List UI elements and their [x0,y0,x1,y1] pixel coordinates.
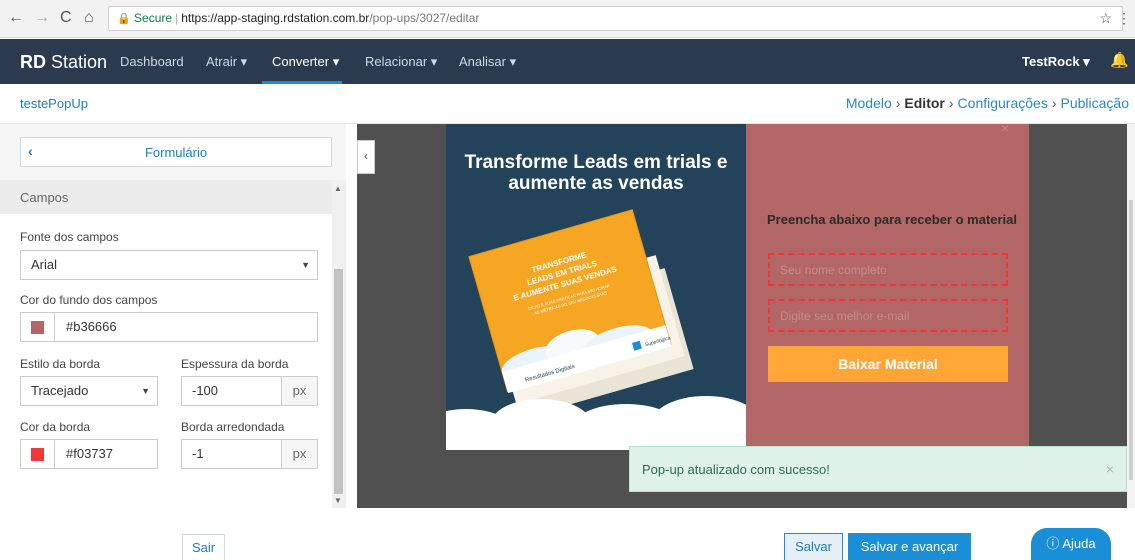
border-radius-value: -1 [192,446,204,461]
sidebar-scroll-thumb[interactable] [334,269,343,494]
fields-settings: Fonte dos campos Arial ▼ Cor do fundo do… [0,214,332,508]
border-color-value: #f03737 [66,446,113,461]
lock-icon: 🔒 [117,13,131,25]
popup-close-icon[interactable]: × [1001,120,1009,136]
nav-converter[interactable]: Converter ▾ [272,54,339,70]
url-path: /pop-ups/3027/editar [369,11,480,25]
bg-color-field[interactable]: #b36666 [20,312,318,342]
help-label: Ajuda [1062,536,1096,551]
font-label: Fonte dos campos [20,230,119,244]
form-tab-title: Formulário [144,145,208,160]
help-icon: ⓘ [1046,536,1060,551]
chevron-right-icon: › [1051,95,1057,111]
bg-color-swatch [31,321,44,334]
border-width-unit: px [281,377,317,405]
browser-toolbar: ← → C ⌂ 🔒 Secure | https://app-staging.rds… [0,0,1135,38]
bg-color-value: #b36666 [66,319,117,334]
url-host: https://app-staging.rdstation.com.br [181,11,370,25]
collapse-sidebar-button[interactable]: ‹ [357,140,375,174]
font-select[interactable]: Arial ▼ [20,250,318,280]
success-toast: Pop-up atualizado com sucesso! × [629,446,1127,492]
exit-button[interactable]: Sair [182,534,225,560]
app-navbar: RD Station Dashboard Atrair ▾ Converter … [0,39,1135,84]
step-configuracoes[interactable]: Configurações [958,95,1048,111]
scroll-down-icon[interactable]: ▼ [334,496,342,505]
border-color-swatch [31,448,44,461]
section-title: Campos [20,190,69,205]
border-radius-input[interactable]: -1 px [181,439,318,469]
popup-name-field[interactable]: Seu nome completo [768,253,1008,286]
border-color-field[interactable]: #f03737 [20,439,158,469]
toast-message: Pop-up atualizado com sucesso! [642,462,830,477]
bg-color-swatch-box[interactable] [21,313,55,341]
nav-relacionar[interactable]: Relacionar ▾ [365,54,437,70]
border-width-label: Espessura da borda [181,357,289,371]
popup-cta-text[interactable]: Preencha abaixo para receber o material [767,212,1017,227]
border-width-value: -100 [192,383,219,398]
preview-scroll-thumb[interactable] [1129,200,1133,480]
help-button[interactable]: ⓘ Ajuda [1031,528,1111,560]
save-and-continue-button[interactable]: Salvar e avançar [848,533,971,560]
font-select-value: Arial [31,257,58,272]
forward-icon[interactable]: → [34,9,50,27]
border-color-swatch-box[interactable] [21,440,55,468]
nav-atrair[interactable]: Atrair ▾ [206,54,247,70]
popup-left-pane[interactable]: Transforme Leads em trials e aumente as … [446,124,746,450]
border-style-label: Estilo da borda [20,357,101,371]
nav-analisar[interactable]: Analisar ▾ [459,54,516,70]
popup-email-field[interactable]: Digite seu melhor e-mail [768,299,1008,332]
chevron-right-icon: › [948,95,954,111]
toast-close-icon[interactable]: × [1106,461,1114,477]
border-color-label: Cor da borda [20,420,91,434]
popup-download-button[interactable]: Baixar Material [768,346,1008,382]
section-header-campos[interactable]: Campos [0,180,332,214]
popup-right-pane[interactable] [746,124,1029,450]
secure-label: Secure [134,11,173,25]
border-width-input[interactable]: -100 px [181,376,318,406]
nav-dashboard[interactable]: Dashboard [120,54,184,69]
rd-station-logo[interactable]: RD Station [20,52,107,73]
chevron-down-icon: ▼ [301,260,310,270]
home-icon[interactable]: ⌂ [84,9,94,27]
form-tab-header[interactable]: ‹ Formulário [20,137,332,167]
border-style-select[interactable]: Tracejado ▼ [20,376,158,406]
address-bar[interactable]: 🔒 Secure | https://app-staging.rdstation.c… [108,6,1123,31]
editor-sidebar: ‹ Formulário Campos Fonte dos campos Ari… [0,124,346,508]
border-radius-label: Borda arredondada [181,420,285,434]
reload-icon[interactable]: C [60,9,72,27]
border-style-value: Tracejado [31,383,89,398]
step-modelo[interactable]: Modelo [846,95,892,111]
browser-menu-icon[interactable]: ⋮ [1117,10,1131,27]
step-publicacao[interactable]: Publicação [1061,95,1130,111]
page-title[interactable]: testePopUp [20,96,88,111]
back-icon[interactable]: ← [8,9,24,27]
step-editor: Editor [904,95,945,111]
scroll-up-icon[interactable]: ▲ [334,184,342,193]
chevron-right-icon: › [895,95,901,111]
user-menu[interactable]: TestRock ▾ [1022,54,1090,70]
border-radius-unit: px [281,440,317,468]
ebook-illustration[interactable]: TRANSFORME LEADS EM TRIALS E AUMENTE SUA… [446,124,746,450]
bell-icon[interactable]: 🔔 [1110,51,1129,69]
bookmark-star-icon[interactable]: ☆ [1099,7,1112,30]
save-button[interactable]: Salvar [784,533,843,560]
wizard-steps: Modelo › Editor › Configurações › Publicação [846,95,1129,111]
chevron-down-icon: ▼ [141,386,150,396]
bg-color-label: Cor do fundo dos campos [20,293,158,307]
page-subheader: testePopUp Modelo › Editor › Configurações › P… [0,84,1135,124]
